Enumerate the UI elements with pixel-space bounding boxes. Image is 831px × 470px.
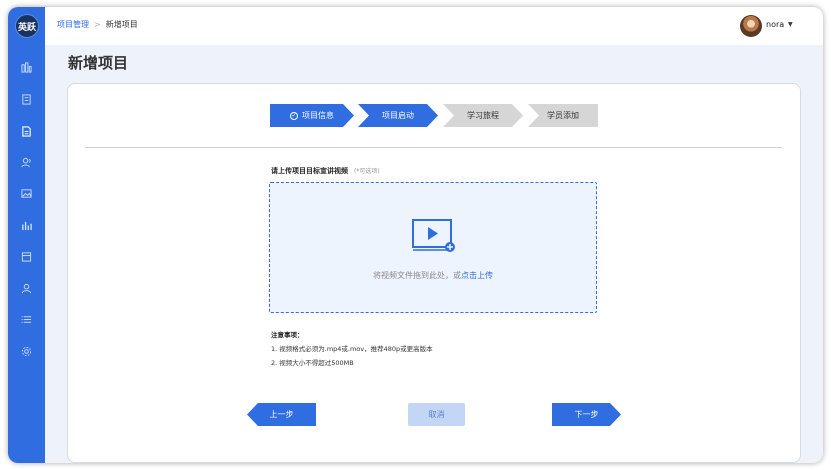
check-circle-icon: ✓	[291, 112, 297, 119]
settings-icon	[21, 346, 32, 357]
calendar-icon	[21, 252, 32, 262]
app-logo[interactable]: 英跃	[15, 14, 39, 38]
breadcrumb-separator: >	[94, 20, 101, 29]
user-icon	[21, 283, 32, 294]
note-item: 1. 视频格式必须为.mp4或.mov，推荐480p或更高版本	[271, 345, 433, 353]
avatar[interactable]	[740, 15, 762, 37]
note-item: 2. 视频大小不得超过500MB	[271, 359, 354, 367]
step-label: 学员添加	[547, 111, 579, 120]
step-label: 项目启动	[382, 111, 414, 120]
breadcrumb: 项目管理 > 新增项目	[57, 19, 138, 30]
video-dropzone[interactable]: 将视频文件拖到此处，或点击上传	[269, 182, 597, 313]
sidebar-item-settings[interactable]	[20, 345, 33, 358]
upload-label-text: 请上传项目目标宣讲视频	[271, 167, 348, 175]
sidebar-item-images[interactable]	[20, 187, 33, 200]
form-card: ✓ 项目信息 项目启动 学习旅程 学员添加 请上传项目目标宣讲视频 (*可选项)	[67, 83, 801, 463]
sidebar-item-profile[interactable]	[20, 282, 33, 295]
prev-step-button[interactable]: 上一步	[247, 403, 316, 426]
project-icon	[22, 126, 31, 137]
sidebar-item-list[interactable]	[20, 313, 33, 326]
sidebar: 英跃	[8, 7, 45, 463]
step-learning-journey[interactable]: 学习旅程	[443, 104, 523, 127]
username[interactable]: nora	[766, 20, 784, 29]
next-step-button[interactable]: 下一步	[552, 403, 621, 426]
step-label: 学习旅程	[467, 111, 499, 120]
divider	[85, 147, 782, 148]
step-label: 项目信息	[302, 111, 334, 120]
breadcrumb-project-management[interactable]: 项目管理	[57, 20, 89, 29]
upload-link[interactable]: 点击上传	[461, 271, 493, 280]
sidebar-item-charts[interactable]	[20, 219, 33, 232]
step-add-learners[interactable]: 学员添加	[528, 104, 598, 127]
image-icon	[21, 189, 32, 198]
sidebar-item-users[interactable]	[20, 156, 33, 169]
sidebar-item-documents[interactable]	[20, 93, 33, 106]
notes-title: 注意事项：	[271, 331, 304, 339]
dropzone-hint: 将视频文件拖到此处，或	[373, 271, 461, 280]
sidebar-item-dashboard[interactable]	[20, 61, 33, 74]
dropzone-text: 将视频文件拖到此处，或点击上传	[270, 270, 596, 281]
dashboard-icon	[21, 62, 32, 73]
video-upload-icon	[412, 219, 455, 252]
list-icon	[21, 316, 32, 323]
top-bar: 项目管理 > 新增项目	[45, 7, 823, 45]
document-icon	[22, 94, 31, 105]
chart-icon	[22, 221, 32, 231]
optional-hint: (*可选项)	[354, 168, 380, 175]
app-window: 英跃 项目管理 > 新增项目 nora ▼ 新增项目 ✓ 项目信息 项目启动 学…	[8, 7, 823, 463]
cancel-button[interactable]: 取消	[408, 403, 465, 426]
users-icon	[21, 157, 31, 168]
step-project-launch[interactable]: 项目启动	[358, 104, 438, 127]
breadcrumb-current: 新增项目	[105, 20, 138, 29]
sidebar-item-calendar[interactable]	[20, 250, 33, 263]
sidebar-item-projects[interactable]	[20, 125, 33, 138]
upload-label: 请上传项目目标宣讲视频 (*可选项)	[271, 166, 380, 176]
chevron-down-icon[interactable]: ▼	[788, 21, 793, 28]
page-title: 新增项目	[68, 54, 129, 72]
step-project-info[interactable]: ✓ 项目信息	[270, 104, 354, 127]
